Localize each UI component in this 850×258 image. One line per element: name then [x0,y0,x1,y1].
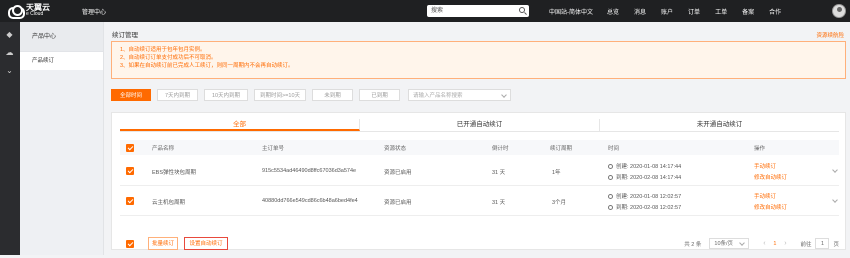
sidebar-title: 产品中心 [20,22,103,52]
countdown: 31 天 [492,200,506,206]
clock-icon [608,193,613,199]
help-link[interactable]: 资源续航险 [816,31,844,39]
brand-logo[interactable]: 天翼云 e Cloud [6,3,70,19]
filter-all-time[interactable]: 全部时间 [111,89,151,101]
tab-bar: 全部 已开通自动续订 未开通自动续订 [120,119,839,132]
filter-7-days[interactable]: 7天内到期 [157,89,198,101]
footer-select-all-checkbox[interactable] [126,240,134,248]
search-input[interactable]: 搜索 [427,5,529,17]
countdown: 31 天 [492,170,506,176]
goto-page-input[interactable]: 1 [815,238,830,249]
filter-expired[interactable]: 已到期 [359,89,400,101]
total-count: 共 2 条 [684,241,702,248]
cloud-logo-icon [6,4,25,19]
search-placeholder: 搜索 [431,8,444,14]
brand-name-cn: 天翼云 [26,3,50,12]
main-content: 续订管理 资源续航险 1、自动续订适用于包年包月实例。 2、自动续订订单支付成功… [104,22,850,255]
manual-renew-link[interactable]: 手动续订 [754,162,776,170]
edit-auto-renew-link[interactable]: 修改自动续订 [754,173,787,181]
table-footer: 批量续订 设置自动续订 共 2 条 10条/页 ‹ 1 › 前往 1 页 [120,237,839,258]
filter-over-10-days[interactable]: 到期时间>=10天 [254,89,306,101]
header-resource-status: 资源状态 [384,146,407,152]
icon-rail: ◆ ☁ ⌄ [0,22,20,255]
pagination: 共 2 条 10条/页 ‹ 1 › 前往 1 页 [684,238,839,249]
created-time: 创建: 2020-01-08 12:02:57 [616,194,682,200]
header-actions: 操作 [754,146,766,152]
cube-icon[interactable]: ◆ [5,30,14,39]
product-name: EBS弹性块包周期 [152,170,197,176]
page-size-select[interactable]: 10条/页 [709,238,750,249]
row-checkbox[interactable] [126,197,134,205]
search-icon[interactable] [519,7,525,13]
clock-icon [608,204,613,210]
nav-orders[interactable]: 订单 [688,7,700,16]
header-period: 续订周期 [550,146,573,152]
set-auto-renew-button[interactable]: 设置自动续订 [184,237,228,250]
cloud-icon[interactable]: ☁ [5,48,14,57]
nav-filing[interactable]: 备案 [742,7,754,16]
region-language-select[interactable]: 中国站-简体中文 [549,7,593,16]
header-time: 时间 [608,146,620,152]
row-checkbox[interactable] [126,167,134,175]
avatar[interactable] [832,4,846,18]
nav-overview[interactable]: 总览 [607,7,619,16]
notice-line: 2、自动续订订单支付成功后不可取消。 [120,55,217,61]
order-number: 915c5534ad46490d8ffc67036d3a574e [262,168,357,174]
nav-account[interactable]: 账户 [661,7,673,16]
table-row: EBS弹性块包周期 915c5534ad46490d8ffc67036d3a57… [120,156,839,186]
next-page-icon[interactable]: › [780,240,790,247]
batch-renew-button[interactable]: 批量续订 [148,237,178,250]
nav-partner[interactable]: 合作 [769,7,781,16]
tab-all[interactable]: 全部 [120,119,360,131]
goto-label: 前往 [800,241,812,248]
chevron-down-icon[interactable] [832,197,838,203]
renew-period: 1年 [552,170,561,176]
brand-name-en: e Cloud [26,11,44,17]
edit-auto-renew-link[interactable]: 修改自动续订 [754,203,787,211]
prev-page-icon[interactable]: ‹ [759,240,769,247]
top-nav: 中国站-简体中文 总览 消息 账户 订单 工单 备案 合作 [549,0,796,22]
created-time: 创建: 2020-01-08 14:17:44 [616,164,682,170]
top-bar: 天翼云 e Cloud 管理中心 搜索 中国站-简体中文 总览 消息 账户 订单… [0,0,850,22]
page-number[interactable]: 1 [773,241,776,247]
product-sidebar: 产品中心 产品续订 [20,22,104,255]
table-row: 云主机包周期 40880dd766e549cd86c6b48a6bed4fe4 … [120,186,839,216]
table-header: 产品名称 主订单号 资源状态 倒计时 续订周期 时间 操作 [120,140,839,155]
notice-line: 1、自动续订适用于包年包月实例。 [120,47,206,53]
resource-status: 资源已启用 [384,200,412,206]
notice-box: 1、自动续订适用于包年包月实例。 2、自动续订订单支付成功后不可取消。 3、如果… [111,41,846,79]
filter-10-days[interactable]: 10天内到期 [204,89,248,101]
renewal-panel: 全部 已开通自动续订 未开通自动续订 产品名称 主订单号 资源状态 倒计时 续订… [111,112,846,250]
renew-period: 3个月 [552,200,567,206]
sidebar-item-renewal[interactable]: 产品续订 [20,52,103,70]
filter-not-expired[interactable]: 未到期 [312,89,353,101]
tab-auto-disabled[interactable]: 未开通自动续订 [600,119,839,131]
header-order-no: 主订单号 [262,146,285,152]
expire-time: 到期: 2020-02-08 12:02:57 [616,205,682,211]
chevron-down-icon[interactable] [832,167,838,173]
nav-tickets[interactable]: 工单 [715,7,727,16]
filter-bar: 全部时间 7天内到期 10天内到期 到期时间>=10天 未到期 已到期 请输入产… [111,89,511,101]
notice-line: 3、如果在自动续订前已完成人工续订，则同一周期内不会再自动续订。 [120,63,294,69]
console-link[interactable]: 管理中心 [82,7,106,16]
nav-messages[interactable]: 消息 [634,7,646,16]
clock-icon [608,174,613,180]
header-product-name: 产品名称 [152,146,175,152]
select-all-checkbox[interactable] [126,144,134,152]
clock-icon [608,163,613,169]
page-title: 续订管理 [112,32,138,39]
page-unit-label: 页 [833,241,839,248]
expire-time: 到期: 2020-02-08 14:17:44 [616,175,682,181]
manual-renew-link[interactable]: 手动续订 [754,192,776,200]
resource-status: 资源已启用 [384,170,412,176]
product-search-select[interactable]: 请输入产品名称搜索 [408,89,511,101]
tab-auto-enabled[interactable]: 已开通自动续订 [360,119,600,131]
header-countdown: 倒计时 [492,146,509,152]
chevron-down-icon[interactable]: ⌄ [5,66,14,75]
order-number: 40880dd766e549cd86c6b48a6bed4fe4 [262,198,358,204]
product-name: 云主机包周期 [152,200,186,206]
